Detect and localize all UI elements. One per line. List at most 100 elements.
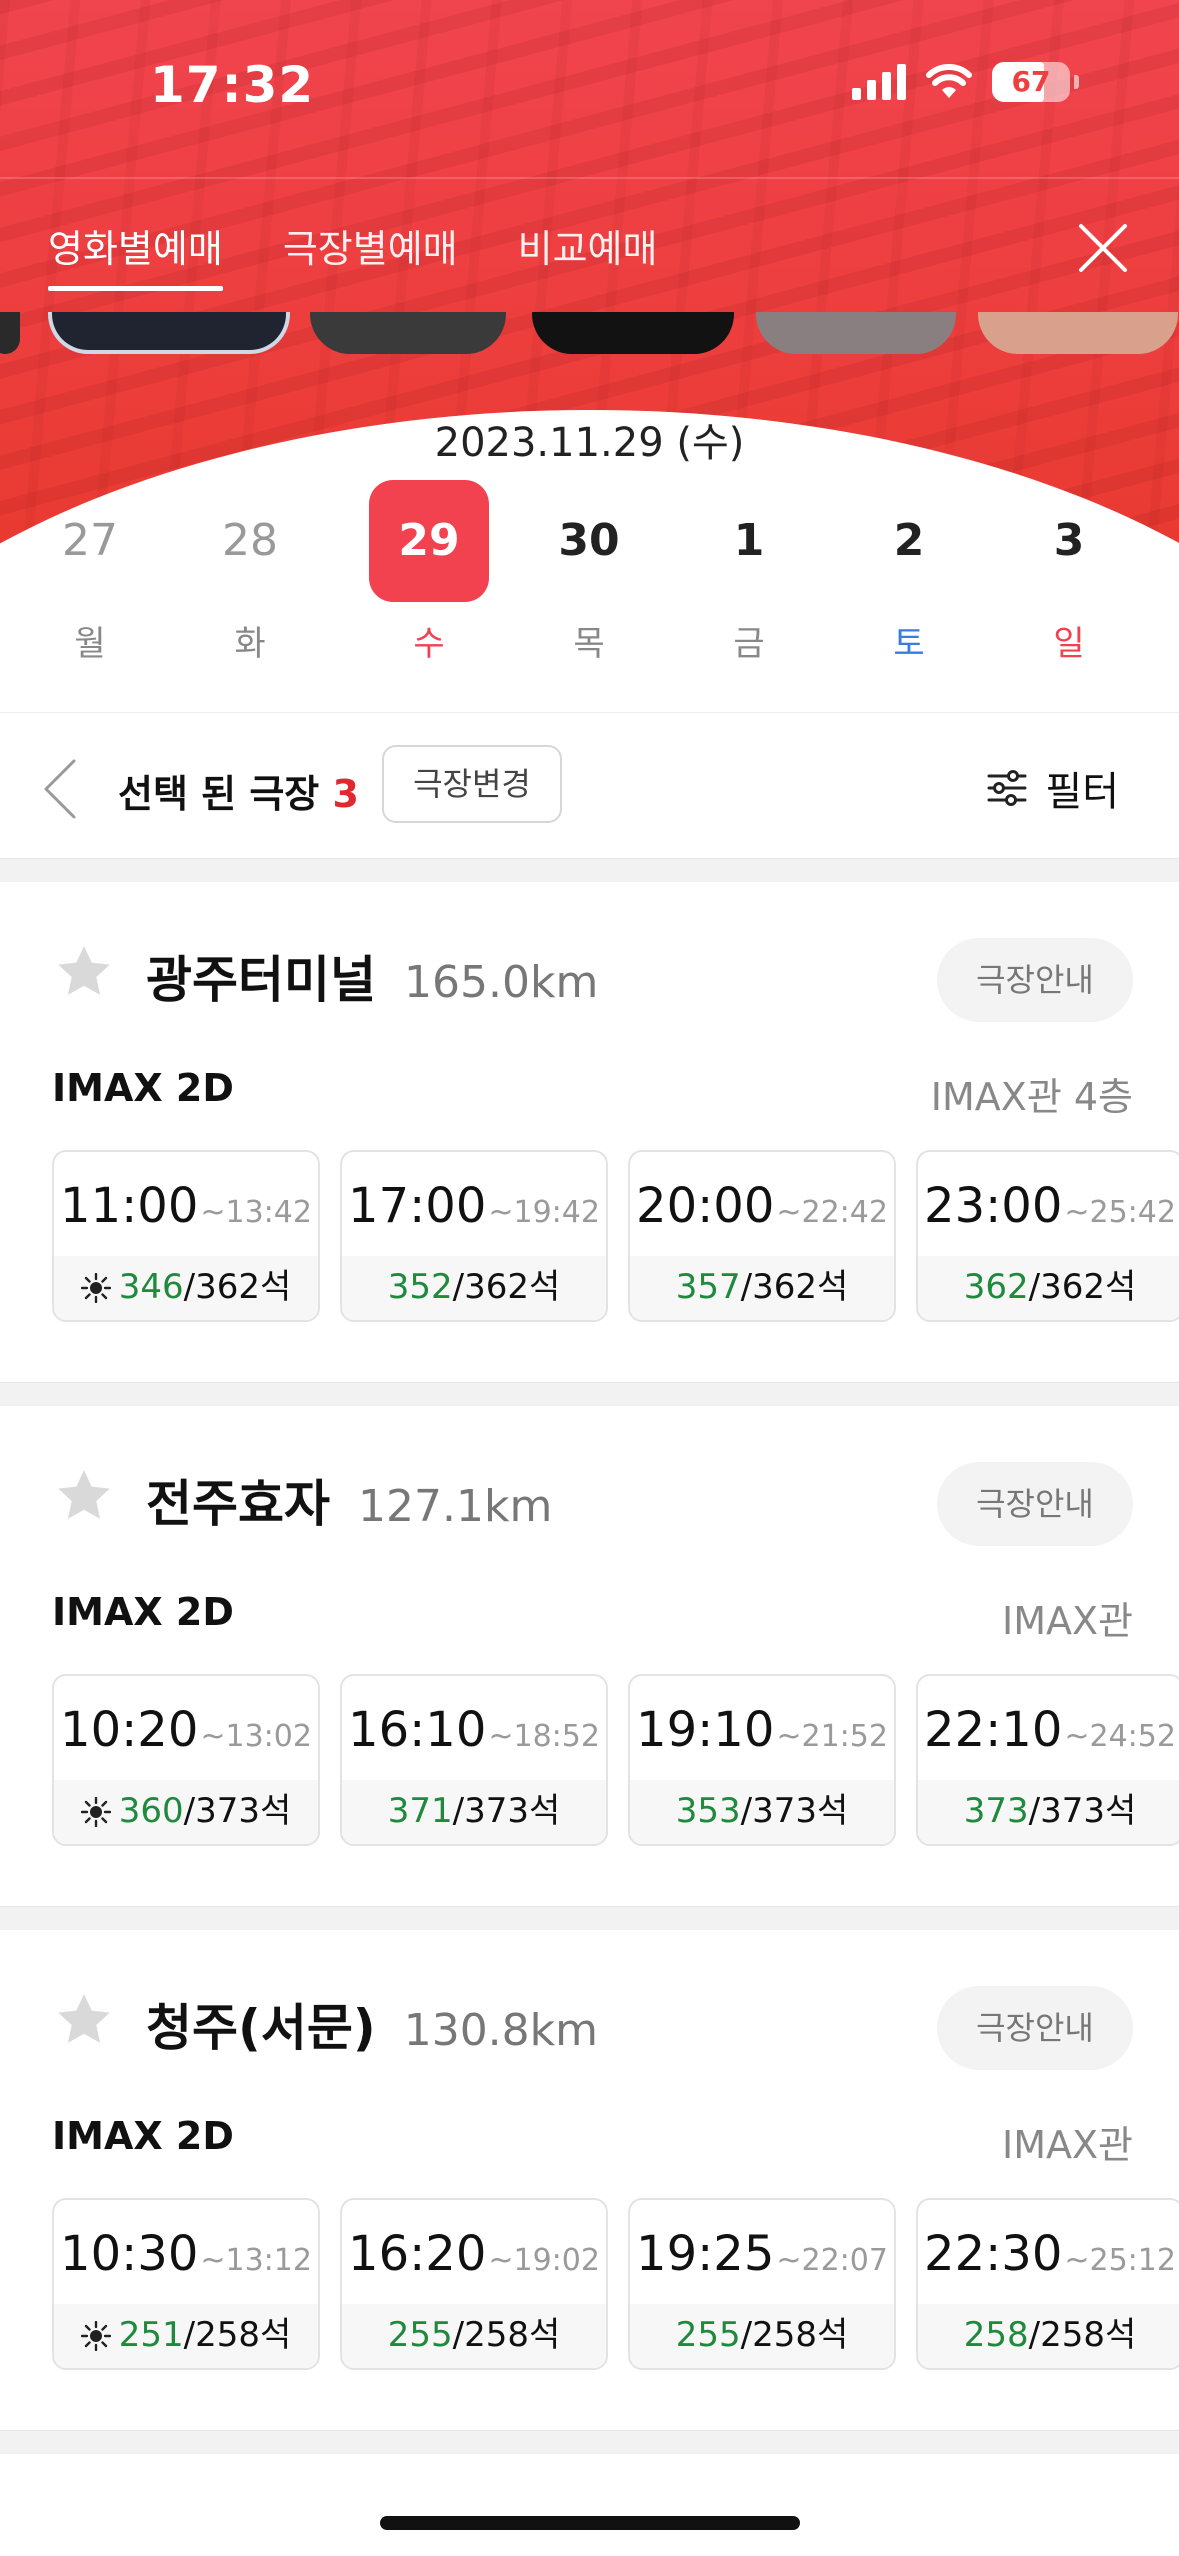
seats-available: 360 <box>118 1791 184 1831</box>
day-weekday: 목 <box>573 624 605 664</box>
theater-card: 광주터미널 165.0km 극장안내 IMAX 2D IMAX관 4층 11:00… <box>0 882 1179 1382</box>
showtime-slot[interactable]: 11:00 ~13:42 346/362석 <box>52 1150 320 1322</box>
theater-guide-button[interactable]: 극장안내 <box>937 1986 1133 2070</box>
close-icon[interactable] <box>1071 216 1135 280</box>
seats-total: /373석 <box>183 1791 292 1831</box>
day-item[interactable]: 30 목 <box>529 480 649 665</box>
seats-total: /362석 <box>1028 1267 1137 1307</box>
change-theater-button[interactable]: 극장변경 <box>382 745 562 823</box>
selected-theaters-label: 선택 된 극장 3 <box>118 763 359 818</box>
wifi-icon <box>926 64 972 98</box>
star-icon[interactable] <box>54 1466 114 1526</box>
seats-available: 357 <box>675 1267 741 1307</box>
showtime-slot[interactable]: 16:10 ~18:52 371/373석 <box>340 1674 608 1846</box>
filter-button[interactable]: 필터 <box>987 759 1119 817</box>
showtime-end: ~18:52 <box>488 1719 600 1754</box>
header-divider <box>0 177 1179 179</box>
showtime-start: 10:20 <box>60 1702 199 1758</box>
home-indicator[interactable] <box>380 2516 800 2530</box>
day-item[interactable]: 28 화 <box>190 480 310 665</box>
sun-icon <box>80 1797 111 1827</box>
showtime-end: ~13:02 <box>200 1719 312 1754</box>
theater-name: 청주(서문) 130.8km <box>146 1988 598 2060</box>
tab-compare[interactable]: 비교예매 <box>518 218 658 291</box>
seats-total: /362석 <box>452 1267 561 1307</box>
theater-card: 전주효자 127.1km 극장안내 IMAX 2D IMAX관 10:20 ~13:… <box>0 1406 1179 1906</box>
theater-guide-button[interactable]: 극장안내 <box>937 938 1133 1022</box>
movie-poster[interactable] <box>310 312 506 354</box>
showtime-start: 11:00 <box>60 1178 199 1234</box>
showtime-list: 10:30 ~13:12 251/258석 16:20 ~19:02 255/258… <box>52 2198 1179 2374</box>
showtime-slot[interactable]: 17:00 ~19:42 352/362석 <box>340 1150 608 1322</box>
showtime-end: ~25:12 <box>1064 2243 1176 2278</box>
day-number: 30 <box>558 515 620 566</box>
showtime-end: ~24:52 <box>1064 1719 1176 1754</box>
hall-name: IMAX관 4층 <box>930 1075 1133 1119</box>
movie-poster[interactable] <box>0 312 20 354</box>
showtime-end: ~22:42 <box>776 1195 888 1230</box>
day-weekday: 수 <box>413 624 445 664</box>
tab-movie[interactable]: 영화별예매 <box>48 218 223 291</box>
theater-distance: 127.1km <box>358 1481 553 1532</box>
section-gap <box>0 1906 1179 1930</box>
showtime-end: ~19:42 <box>488 1195 600 1230</box>
hall-name: IMAX관 <box>1002 1599 1133 1643</box>
showtime-end: ~19:02 <box>488 2243 600 2278</box>
seats-available: 258 <box>963 2315 1029 2355</box>
day-number: 29 <box>369 480 489 602</box>
day-item[interactable]: 2 토 <box>849 480 969 665</box>
seats-available: 362 <box>963 1267 1029 1307</box>
showtime-slot[interactable]: 16:20 ~19:02 255/258석 <box>340 2198 608 2370</box>
seats-total: /373석 <box>452 1791 561 1831</box>
day-item[interactable]: 1 금 <box>689 480 809 665</box>
star-icon[interactable] <box>54 942 114 1002</box>
showtime-slot[interactable]: 19:25 ~22:07 255/258석 <box>628 2198 896 2370</box>
theater-name-text: 청주(서문) <box>146 1999 376 2057</box>
showtime-end: ~13:42 <box>200 1195 312 1230</box>
showtime-start: 20:00 <box>636 1178 775 1234</box>
sun-icon <box>80 2321 111 2351</box>
showtime-slot[interactable]: 22:10 ~24:52 373/373석 <box>916 1674 1179 1846</box>
movie-poster-strip[interactable] <box>0 312 1179 354</box>
movie-poster[interactable] <box>532 312 734 354</box>
star-icon[interactable] <box>54 1990 114 2050</box>
theater-guide-button[interactable]: 극장안내 <box>937 1462 1133 1546</box>
day-number: 3 <box>1053 515 1085 566</box>
theater-distance: 130.8km <box>403 2005 599 2056</box>
back-chevron-icon[interactable] <box>40 757 80 821</box>
showtime-end: ~22:07 <box>776 2243 888 2278</box>
theater-name-text: 전주효자 <box>146 1475 330 1533</box>
showtime-slot[interactable]: 19:10 ~21:52 353/373석 <box>628 1674 896 1846</box>
day-number: 1 <box>733 515 765 566</box>
showtime-slot[interactable]: 22:30 ~25:12 258/258석 <box>916 2198 1179 2370</box>
movie-poster[interactable] <box>48 312 290 354</box>
showtime-start: 22:10 <box>924 1702 1063 1758</box>
day-item-selected[interactable]: 29 수 <box>369 480 489 665</box>
showtime-slot[interactable]: 23:00 ~25:42 362/362석 <box>916 1150 1179 1322</box>
section-gap <box>0 1382 1179 1406</box>
tab-theater[interactable]: 극장별예매 <box>283 218 458 291</box>
status-icons: 67 <box>852 62 1079 102</box>
day-number: 2 <box>893 515 925 566</box>
battery-percent: 67 <box>1011 65 1051 98</box>
showtime-start: 16:10 <box>348 1702 487 1758</box>
movie-poster[interactable] <box>756 312 956 354</box>
theater-name: 광주터미널 165.0km <box>146 940 598 1012</box>
showtime-slot[interactable]: 10:30 ~13:12 251/258석 <box>52 2198 320 2370</box>
showtime-start: 22:30 <box>924 2226 1063 2282</box>
theater-card: 청주(서문) 130.8km 극장안내 IMAX 2D IMAX관 10:30 ~1… <box>0 1930 1179 2430</box>
battery-cap <box>1074 75 1079 89</box>
seats-total: /258석 <box>452 2315 561 2355</box>
day-item[interactable]: 27 월 <box>30 480 150 665</box>
selected-theaters-count: 3 <box>332 772 359 816</box>
day-selector: 27 월 28 화 29 수 30 목 1 금 2 토 3 일 <box>30 480 1150 664</box>
day-weekday: 토 <box>893 624 925 664</box>
showtime-slot[interactable]: 10:20 ~13:02 360/373석 <box>52 1674 320 1846</box>
showtime-slot[interactable]: 20:00 ~22:42 357/362석 <box>628 1150 896 1322</box>
showtime-start: 23:00 <box>924 1178 1063 1234</box>
hall-name: IMAX관 <box>1002 2123 1133 2167</box>
hero-header: 17:32 67 영화별예매 극장별예매 비교예매 2023.11.29 (수) <box>0 0 1179 560</box>
movie-poster[interactable] <box>978 312 1178 354</box>
day-item[interactable]: 3 일 <box>1009 480 1129 665</box>
screen-format: IMAX 2D <box>52 2114 234 2158</box>
